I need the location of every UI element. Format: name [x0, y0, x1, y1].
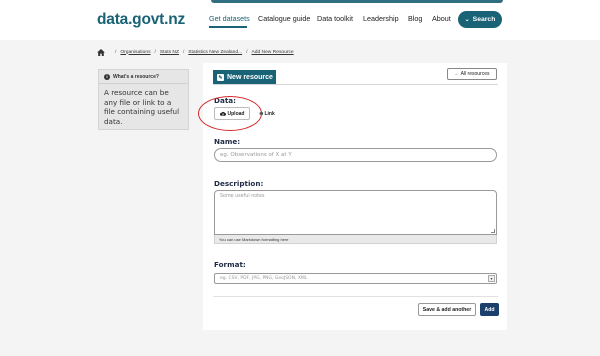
breadcrumb-organisations[interactable]: Organisations [120, 50, 150, 55]
nav-about[interactable]: About [432, 14, 451, 23]
header-accent-strip [211, 0, 503, 3]
resize-handle-icon[interactable] [491, 229, 495, 233]
nav-data-toolkit[interactable]: Data toolkit [317, 14, 353, 23]
breadcrumb-separator: / [154, 49, 156, 55]
nav-catalogue-guide[interactable]: Catalogue guide [258, 14, 310, 23]
nav-blog[interactable]: Blog [408, 14, 422, 23]
site-header: data.govt.nz Get datasets Catalogue guid… [0, 0, 600, 40]
form-actions-divider [213, 296, 498, 297]
chevron-down-icon[interactable]: ▾ [488, 275, 495, 282]
breadcrumb-dataset[interactable]: Statistics New Zealand... [188, 50, 242, 55]
breadcrumb-separator: / [115, 49, 117, 55]
tab-divider [213, 84, 498, 85]
resource-info-text: A resource can be any file or link to a … [104, 88, 180, 126]
info-icon: i [104, 73, 110, 80]
edit-icon: ✎ [217, 74, 224, 81]
nav-leadership[interactable]: Leadership [363, 14, 399, 23]
tab-new-resource[interactable]: ✎ New resource [213, 70, 276, 85]
all-resources-button[interactable]: ← All resources [447, 68, 497, 80]
tab-new-resource-label: New resource [227, 74, 273, 81]
description-label: Description: [214, 179, 264, 188]
markdown-hint: You can use Markdown formatting here [214, 235, 497, 244]
home-icon[interactable] [97, 48, 105, 56]
search-label: Search [472, 16, 496, 23]
breadcrumb-stats-nz[interactable]: Stats NZ [160, 50, 179, 55]
breadcrumb-separator: / [182, 49, 185, 55]
save-and-add-another-button[interactable]: Save & add another [418, 303, 476, 316]
search-button[interactable]: ⌄ Search [458, 11, 502, 28]
format-placeholder: eg. CSV, PDF, JPG, PNG, GeoJSON, XML [220, 276, 308, 281]
format-input[interactable]: eg. CSV, PDF, JPG, PNG, GeoJSON, XML ▾ [214, 273, 497, 284]
name-label: Name: [214, 137, 241, 146]
breadcrumb-add-new-resource[interactable]: Add New Resource [251, 50, 293, 55]
breadcrumb-separator: / [246, 49, 248, 55]
description-textarea[interactable]: Some useful notes [214, 190, 497, 235]
nav-get-datasets[interactable]: Get datasets [209, 14, 250, 23]
add-button[interactable]: Add [480, 303, 499, 316]
breadcrumb: / Organisations / Stats NZ / Statistics … [97, 47, 294, 57]
resource-info-heading: i What's a resource? [99, 70, 188, 84]
chevron-down-icon: ⌄ [464, 17, 470, 23]
resource-info-panel: i What's a resource? A resource can be a… [98, 69, 189, 130]
description-placeholder: Some useful notes [220, 194, 265, 199]
resource-info-title: What's a resource? [113, 73, 159, 80]
nav-active-indicator [209, 26, 247, 28]
annotation-circle [198, 96, 262, 131]
main-nav: Get datasets Catalogue guide Data toolki… [0, 14, 600, 28]
name-input[interactable]: eg. Observations of X at Y [214, 148, 497, 162]
link-button-label: Link [264, 110, 275, 117]
format-label: Format: [214, 260, 246, 269]
